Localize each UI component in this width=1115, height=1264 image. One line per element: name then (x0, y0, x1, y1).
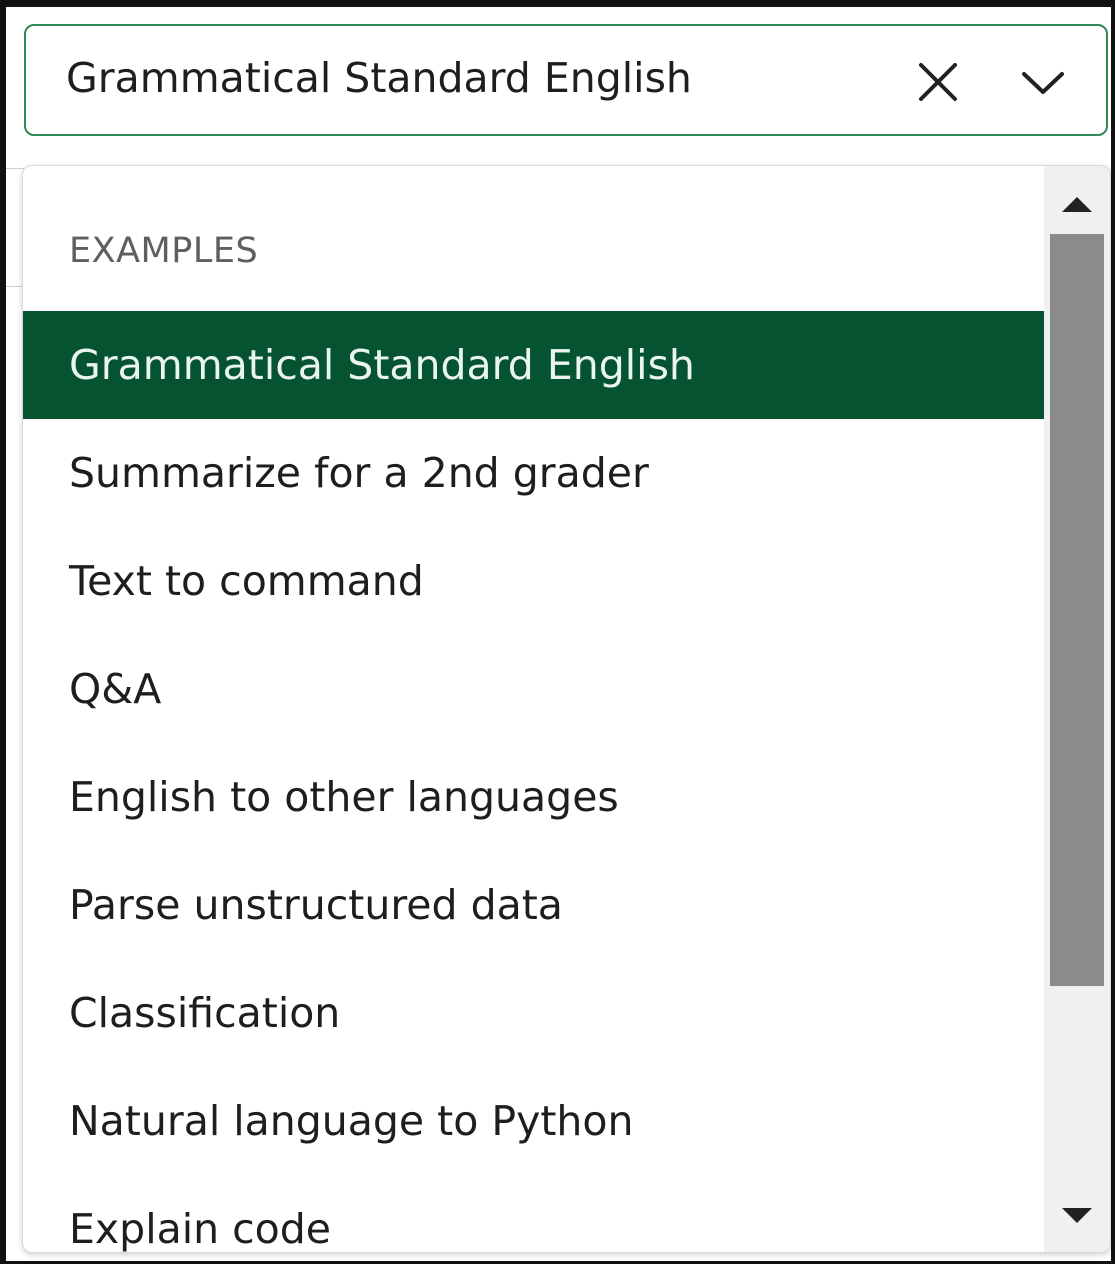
chevron-down-icon[interactable] (1020, 66, 1066, 98)
group-header-examples: EXAMPLES (69, 231, 259, 271)
option-label: Text to command (69, 557, 424, 605)
option-label: Classification (69, 989, 341, 1037)
option-summarize-for-a-2nd-grader[interactable]: Summarize for a 2nd grader (23, 419, 1044, 527)
option-classification[interactable]: Classification (23, 959, 1044, 1067)
triangle-up-icon[interactable] (1060, 194, 1094, 214)
select-value: Grammatical Standard English (66, 54, 692, 102)
dropdown-menu: EXAMPLES Grammatical Standard English Su… (22, 165, 1111, 1253)
scrollbar-thumb[interactable] (1050, 234, 1104, 986)
option-grammatical-standard-english[interactable]: Grammatical Standard English (23, 311, 1044, 419)
option-label: Explain code (69, 1205, 331, 1253)
option-text-to-command[interactable]: Text to command (23, 527, 1044, 635)
option-label: Summarize for a 2nd grader (69, 449, 649, 497)
option-english-to-other-languages[interactable]: English to other languages (23, 743, 1044, 851)
close-icon[interactable] (916, 60, 960, 104)
example-select[interactable]: Grammatical Standard English (24, 24, 1108, 136)
option-q-and-a[interactable]: Q&A (23, 635, 1044, 743)
option-label: Natural language to Python (69, 1097, 634, 1145)
option-list: EXAMPLES Grammatical Standard English Su… (23, 166, 1044, 1253)
option-label: Q&A (69, 665, 162, 713)
triangle-down-icon[interactable] (1060, 1206, 1094, 1226)
option-explain-code[interactable]: Explain code (23, 1175, 1044, 1253)
option-label: Parse unstructured data (69, 881, 563, 929)
vertical-scrollbar[interactable] (1044, 166, 1110, 1252)
option-label: English to other languages (69, 773, 619, 821)
option-natural-language-to-python[interactable]: Natural language to Python (23, 1067, 1044, 1175)
option-parse-unstructured-data[interactable]: Parse unstructured data (23, 851, 1044, 959)
option-label: Grammatical Standard English (69, 341, 695, 389)
